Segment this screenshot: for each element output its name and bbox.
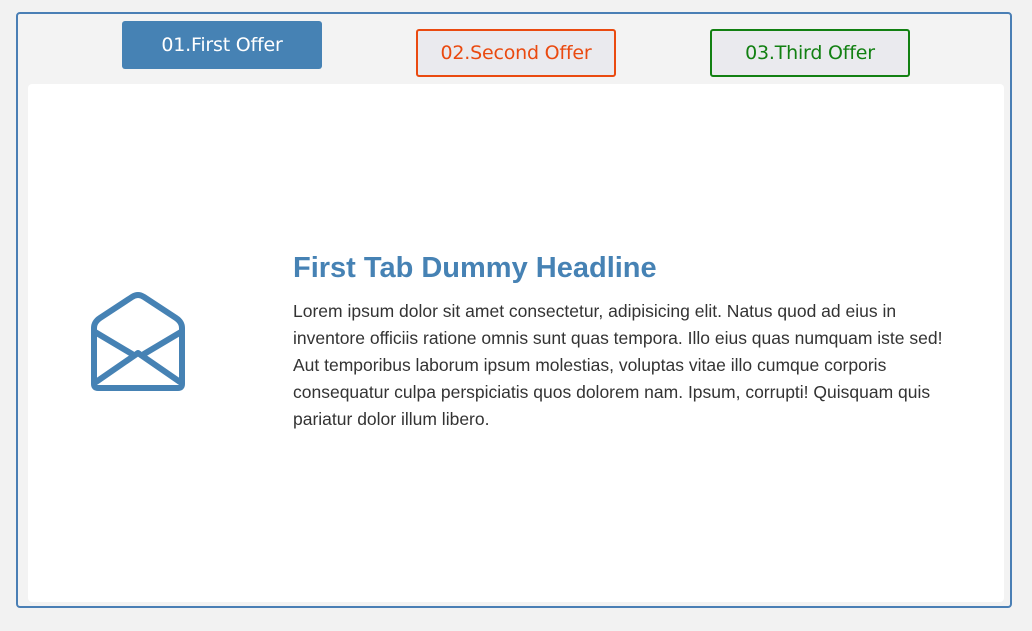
tab-first-offer-label: 01.First Offer (161, 34, 283, 56)
tab-content-panel: First Tab Dummy Headline Lorem ipsum dol… (28, 84, 1004, 602)
content-headline: First Tab Dummy Headline (293, 252, 657, 284)
tab-second-offer-label: 02.Second Offer (440, 42, 592, 64)
tab-third-offer[interactable]: 03.Third Offer (710, 29, 910, 77)
tab-second-offer[interactable]: 02.Second Offer (416, 29, 616, 77)
tab-third-offer-label: 03.Third Offer (745, 42, 875, 64)
tabs-container: 01.First Offer 02.Second Offer 03.Third … (16, 12, 1012, 608)
content-body-text: Lorem ipsum dolor sit amet consectetur, … (293, 301, 943, 429)
envelope-open-icon (91, 292, 185, 391)
tab-first-offer[interactable]: 01.First Offer (122, 21, 322, 69)
